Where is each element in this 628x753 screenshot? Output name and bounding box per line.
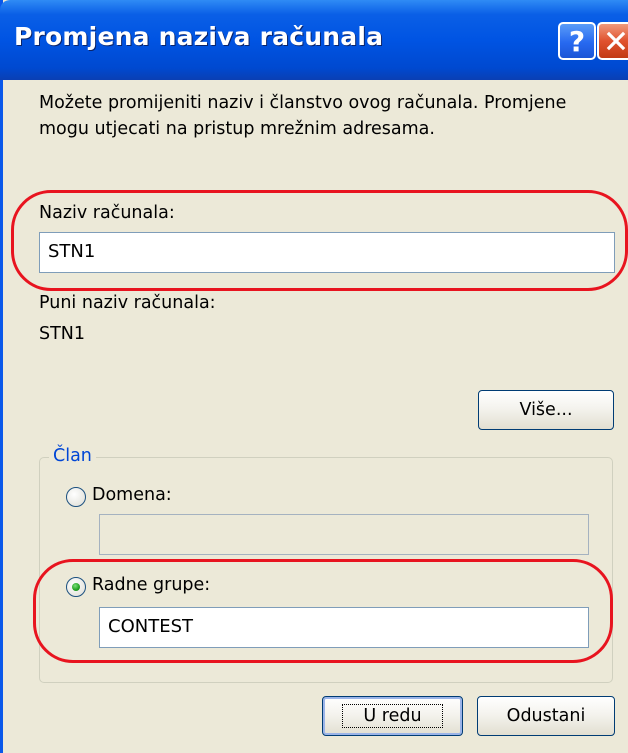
ok-button[interactable]: U redu <box>322 696 463 736</box>
workgroup-label[interactable]: Radne grupe: <box>92 575 210 595</box>
ok-button-label: U redu <box>342 704 443 728</box>
full-name-value: STN1 <box>39 324 86 344</box>
computer-name-field[interactable] <box>48 241 614 262</box>
member-of-legend: Član <box>49 446 96 466</box>
domain-field[interactable] <box>108 523 588 544</box>
title-bar[interactable]: Promjena naziva računala ? <box>0 0 628 80</box>
workgroup-radio[interactable] <box>66 577 86 597</box>
radio-selected-icon <box>72 583 80 591</box>
domain-input[interactable] <box>99 514 589 555</box>
more-button[interactable]: Više... <box>478 390 614 430</box>
close-button[interactable] <box>597 22 628 60</box>
window-title: Promjena naziva računala <box>14 22 384 51</box>
rename-computer-dialog: Promjena naziva računala ? Možete promij… <box>0 0 628 753</box>
more-button-label: Više... <box>519 400 573 420</box>
workgroup-input[interactable] <box>99 607 589 648</box>
cancel-button-label: Odustani <box>506 706 586 726</box>
domain-label[interactable]: Domena: <box>92 485 172 505</box>
full-name-label: Puni naziv računala: <box>39 293 216 313</box>
workgroup-field[interactable] <box>108 616 588 637</box>
help-button[interactable]: ? <box>558 22 596 60</box>
domain-radio[interactable] <box>66 487 86 507</box>
computer-name-input[interactable] <box>39 232 615 273</box>
intro-text: Možete promijeniti naziv i članstvo ovog… <box>39 93 567 139</box>
help-icon: ? <box>568 24 586 58</box>
cancel-button[interactable]: Odustani <box>477 696 615 736</box>
computer-name-label: Naziv računala: <box>39 203 175 223</box>
close-icon <box>606 31 626 51</box>
